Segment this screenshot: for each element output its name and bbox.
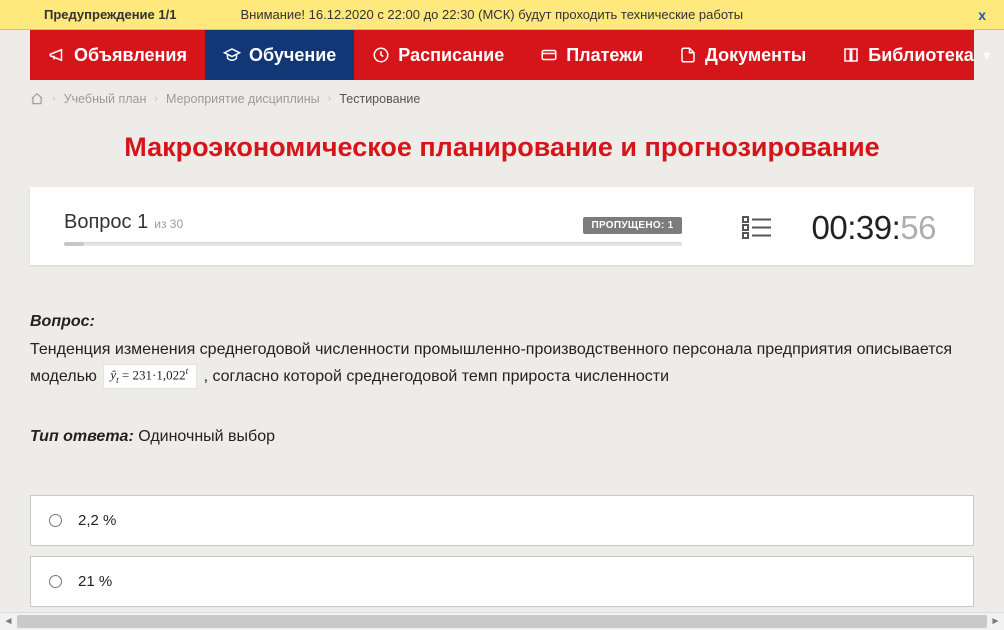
nav-schedule[interactable]: Расписание xyxy=(354,30,522,80)
nav-documents[interactable]: Документы xyxy=(661,30,824,80)
breadcrumb-plan[interactable]: Учебный план xyxy=(64,92,147,106)
breadcrumb-discipline[interactable]: Мероприятие дисциплины xyxy=(166,92,320,106)
timer-main: 00:39: xyxy=(812,209,901,246)
horizontal-scrollbar[interactable]: ◄ ► xyxy=(0,612,1004,630)
breadcrumb-sep: › xyxy=(154,93,158,105)
alert-bar: Предупреждение 1/1 Внимание! 16.12.2020 … xyxy=(0,0,1004,30)
answer-type-label: Тип ответа: xyxy=(30,428,134,445)
nav-education[interactable]: Обучение xyxy=(205,30,354,80)
nav-label: Объявления xyxy=(74,45,187,66)
answer-type: Тип ответа: Одиночный выбор xyxy=(30,424,974,450)
scroll-right-arrow[interactable]: ► xyxy=(987,613,1004,630)
nav-label: Расписание xyxy=(398,45,504,66)
question-counter: Вопрос 1 xyxy=(64,211,148,234)
scroll-left-arrow[interactable]: ◄ xyxy=(0,613,17,630)
nav-announcements[interactable]: Объявления xyxy=(30,30,205,80)
timer-seconds: 56 xyxy=(900,209,936,246)
nav-label: Документы xyxy=(705,45,806,66)
breadcrumb: › Учебный план › Мероприятие дисциплины … xyxy=(30,92,974,106)
progress-bar xyxy=(64,242,682,246)
clock-icon xyxy=(372,46,390,64)
question-list-button[interactable] xyxy=(742,214,772,242)
nav-label: Платежи xyxy=(566,45,643,66)
nav-label: Библиотека xyxy=(868,45,974,66)
nav-label: Обучение xyxy=(249,45,336,66)
question-text: Тенденция изменения среднегодовой числен… xyxy=(30,337,974,390)
home-icon[interactable] xyxy=(30,92,44,106)
main-nav: Объявления Обучение Расписание Платежи Д… xyxy=(30,30,974,80)
answer-option-label: 2,2 % xyxy=(78,512,116,529)
answer-radio[interactable] xyxy=(49,575,62,588)
file-icon xyxy=(679,46,697,64)
answer-type-value: Одиночный выбор xyxy=(134,428,275,445)
status-card: Вопрос 1 из 30 ПРОПУЩЕНО: 1 00:39:56 xyxy=(30,187,974,265)
answer-option-label: 21 % xyxy=(78,573,112,590)
alert-title: Предупреждение 1/1 xyxy=(44,7,176,22)
question-label: Вопрос: xyxy=(30,309,974,335)
breadcrumb-testing: Тестирование xyxy=(339,92,420,106)
breadcrumb-sep: › xyxy=(52,93,56,105)
card-icon xyxy=(540,46,558,64)
question-total: из 30 xyxy=(154,217,183,231)
answer-options: 2,2 % 21 % xyxy=(30,495,974,607)
progress-fill xyxy=(64,242,84,246)
answer-option[interactable]: 2,2 % xyxy=(30,495,974,546)
answer-option[interactable]: 21 % xyxy=(30,556,974,607)
megaphone-icon xyxy=(48,46,66,64)
alert-close-button[interactable]: x xyxy=(972,7,992,23)
formula-image: ŷt = 231·1,022t xyxy=(103,364,197,389)
chevron-down-icon: ▾ xyxy=(984,48,990,62)
page-title: Макроэкономическое планирование и прогно… xyxy=(30,132,974,163)
breadcrumb-sep: › xyxy=(328,93,332,105)
timer: 00:39:56 xyxy=(812,209,936,247)
book-icon xyxy=(842,46,860,64)
graduation-icon xyxy=(223,46,241,64)
scroll-thumb[interactable] xyxy=(17,615,987,628)
alert-message: Внимание! 16.12.2020 с 22:00 до 22:30 (М… xyxy=(240,7,972,22)
question-area: Вопрос: Тенденция изменения среднегодово… xyxy=(30,309,974,451)
skipped-badge: ПРОПУЩЕНО: 1 xyxy=(583,217,681,234)
nav-payments[interactable]: Платежи xyxy=(522,30,661,80)
nav-library[interactable]: Библиотека ▾ xyxy=(824,30,1004,80)
answer-radio[interactable] xyxy=(49,514,62,527)
scroll-track[interactable] xyxy=(17,613,987,630)
